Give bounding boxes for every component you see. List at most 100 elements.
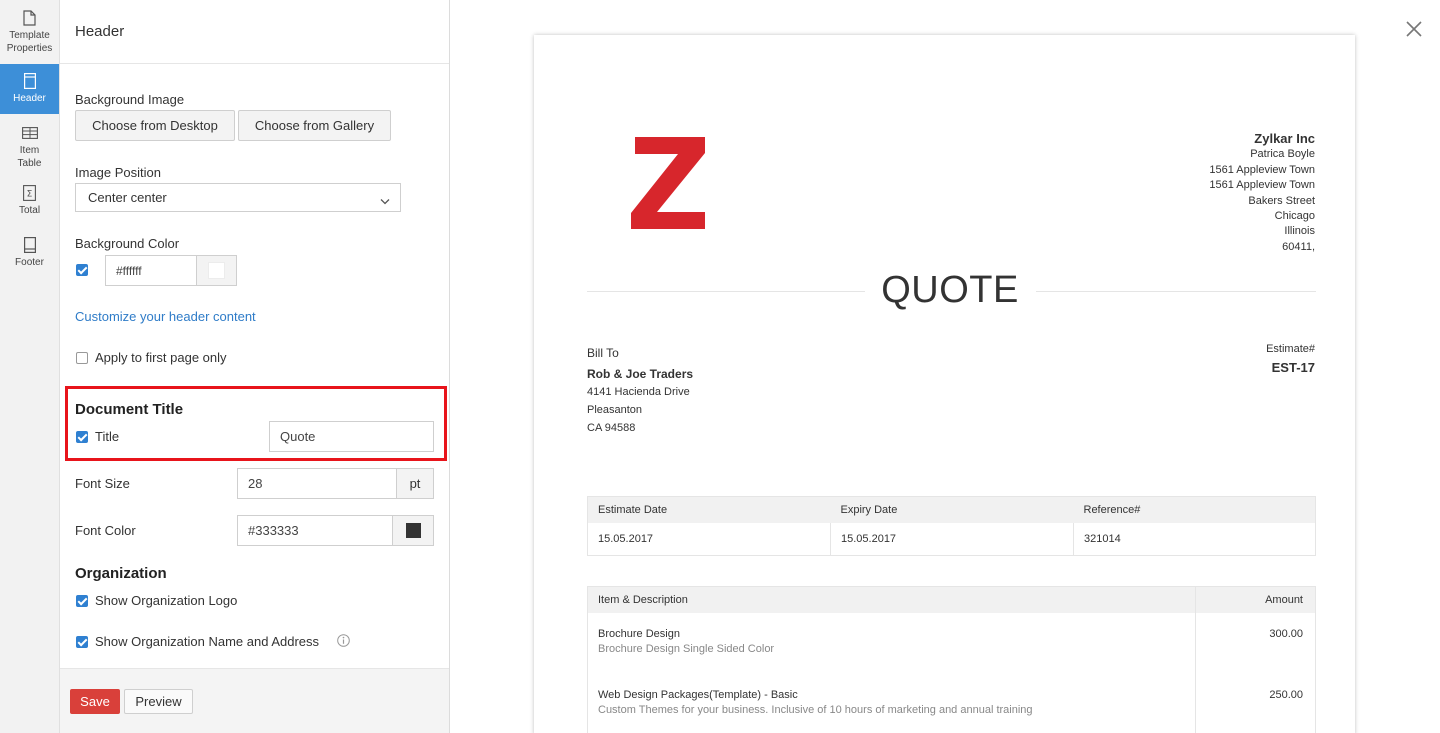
- table-row: 15.05.2017 15.05.2017 321014: [588, 522, 1316, 556]
- image-position-value: Center center: [88, 190, 167, 205]
- bill-to-line: 4141 Hacienda Drive: [587, 386, 690, 398]
- template-preview-area: Zylkar Inc Patrica Boyle 1561 Appleview …: [451, 0, 1440, 733]
- item-table: Item & Description Amount Brochure Desig…: [587, 586, 1316, 733]
- font-size-unit: pt: [396, 468, 434, 499]
- bill-to-name: Rob & Joe Traders: [587, 367, 694, 381]
- footer-icon: [22, 236, 38, 253]
- rail-item-item-table[interactable]: Item Table: [0, 114, 59, 176]
- rail-item-label: Footer: [15, 257, 44, 268]
- table-cell: 321014: [1073, 522, 1316, 556]
- swatch-fill: [405, 523, 421, 538]
- rail-item-header[interactable]: Header: [0, 64, 59, 114]
- document-title: QUOTE: [881, 269, 1019, 311]
- title-checkbox[interactable]: [76, 431, 88, 443]
- title-input[interactable]: Quote: [269, 421, 434, 452]
- org-address-line: Illinois: [1284, 225, 1315, 238]
- estimate-number-value: EST-17: [1271, 360, 1315, 375]
- document-page: Zylkar Inc Patrica Boyle 1561 Appleview …: [534, 35, 1355, 733]
- table-header-row: Estimate Date Expiry Date Reference#: [587, 496, 1316, 523]
- panel-footer: Save Preview: [60, 668, 449, 733]
- table-cell: 15.05.2017: [598, 532, 654, 545]
- sidebar-rail: Template Properties Header Item Table Σ …: [0, 0, 60, 733]
- title-divider-right: [1036, 291, 1316, 292]
- item-description: Brochure Design Single Sided Color: [598, 642, 775, 655]
- show-logo-checkbox[interactable]: [76, 595, 88, 607]
- rail-item-label: Total: [18, 205, 41, 216]
- item-name: Web Design Packages(Template) - Basic: [598, 688, 798, 701]
- preview-button[interactable]: Preview: [124, 689, 193, 714]
- font-size-input[interactable]: 28: [237, 468, 397, 499]
- apply-first-page-checkbox[interactable]: [76, 352, 88, 364]
- bill-to-line: Pleasanton: [587, 404, 643, 416]
- table-cell: 15.05.2017: [830, 522, 1074, 556]
- customize-header-link[interactable]: Customize your header content: [75, 309, 256, 324]
- rail-item-label: Header: [13, 93, 46, 104]
- organization-heading: Organization: [75, 565, 167, 582]
- table-icon: [21, 124, 38, 141]
- rail-item-total[interactable]: Σ Total: [0, 176, 59, 226]
- table-header: Expiry Date: [830, 496, 1074, 523]
- background-image-label: Background Image: [75, 92, 185, 107]
- panel-title: Header: [60, 0, 449, 64]
- background-color-label: Background Color: [75, 236, 180, 251]
- background-color-input[interactable]: #ffffff: [105, 255, 197, 286]
- show-name-address-label: Show Organization Name and Address: [95, 634, 320, 649]
- document-icon: [22, 9, 38, 26]
- show-name-address-checkbox[interactable]: [76, 636, 88, 648]
- organization-logo: [631, 135, 707, 231]
- background-color-swatch[interactable]: [196, 255, 237, 286]
- table-row: Brochure Design Brochure Design Single S…: [588, 612, 1316, 674]
- title-label: Title: [95, 429, 120, 444]
- image-position-select[interactable]: Center center: [75, 183, 401, 212]
- document-title-heading: Document Title: [75, 401, 184, 418]
- font-color-swatch[interactable]: [392, 515, 434, 546]
- image-position-label: Image Position: [75, 165, 161, 180]
- background-color-checkbox[interactable]: [76, 264, 88, 276]
- table-header: Amount: [1195, 586, 1316, 613]
- item-description: Custom Themes for your business. Inclusi…: [598, 703, 1033, 716]
- org-address-line: Patrica Boyle: [1250, 148, 1315, 161]
- org-address-line: Bakers Street: [1248, 194, 1315, 207]
- item-description-cell: Brochure Design Brochure Design Single S…: [588, 613, 1196, 674]
- table-header-row: Item & Description Amount: [587, 586, 1316, 613]
- show-logo-label: Show Organization Logo: [95, 593, 238, 608]
- font-size-label: Font Size: [75, 476, 130, 491]
- rail-item-label: Item Table: [17, 145, 42, 169]
- bill-to-line: CA 94588: [587, 422, 636, 434]
- apply-first-page-label: Apply to first page only: [95, 350, 227, 365]
- org-address-line: Chicago: [1274, 210, 1315, 223]
- swatch-fill: [208, 262, 225, 279]
- org-address-line: 60411,: [1282, 240, 1315, 253]
- rail-item-footer[interactable]: Footer: [0, 226, 59, 276]
- organization-name: Zylkar Inc: [1254, 131, 1315, 146]
- estimate-number-label: Estimate#: [1266, 343, 1315, 355]
- estimate-number-block: Estimate# EST-17: [1266, 343, 1315, 375]
- bill-to-label: Bill To: [587, 346, 619, 360]
- rail-item-label: Template Properties: [6, 30, 53, 54]
- table-header: Item & Description: [587, 586, 1196, 613]
- rail-item-template-properties[interactable]: Template Properties: [0, 0, 59, 64]
- chevron-down-icon: [380, 193, 390, 208]
- svg-text:Σ: Σ: [27, 189, 33, 199]
- sigma-icon: Σ: [22, 184, 38, 201]
- choose-from-gallery-button[interactable]: Choose from Gallery: [238, 110, 391, 141]
- close-icon[interactable]: [1405, 20, 1423, 38]
- title-divider-left: [587, 291, 865, 292]
- font-color-input[interactable]: #333333: [237, 515, 393, 546]
- table-header: Reference#: [1073, 496, 1316, 523]
- info-icon[interactable]: [337, 634, 350, 652]
- item-amount: 250.00: [1195, 673, 1316, 733]
- item-name: Brochure Design: [598, 627, 680, 640]
- font-color-label: Font Color: [75, 523, 136, 538]
- save-button[interactable]: Save: [70, 689, 120, 714]
- table-row: Web Design Packages(Template) - Basic Cu…: [588, 673, 1316, 733]
- table-header: Estimate Date: [587, 496, 831, 523]
- choose-from-desktop-button[interactable]: Choose from Desktop: [75, 110, 235, 141]
- organization-address: Zylkar Inc Patrica Boyle 1561 Appleview …: [1209, 131, 1315, 255]
- bill-to-block: Bill To Rob & Joe Traders 4141 Hacienda …: [587, 344, 693, 437]
- item-amount: 300.00: [1195, 612, 1316, 674]
- header-icon: [22, 72, 38, 89]
- org-address-line: 1561 Appleview Town: [1209, 179, 1315, 192]
- estimate-info-table: Estimate Date Expiry Date Reference# 15.…: [587, 496, 1316, 556]
- header-settings-panel: Header Background Image Choose from Desk…: [60, 0, 450, 733]
